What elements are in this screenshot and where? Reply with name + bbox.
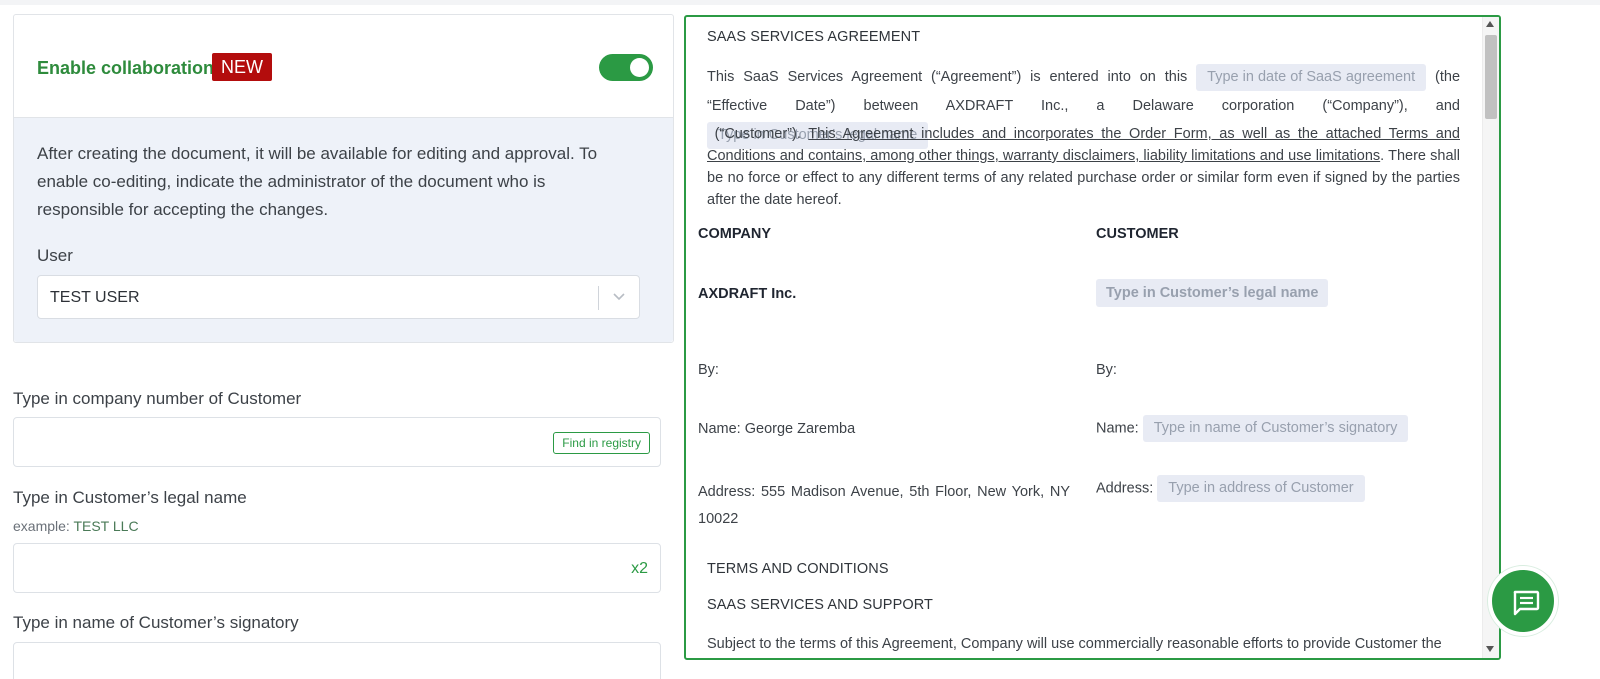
company-number-label: Type in company number of Customer — [13, 389, 302, 408]
address-placeholder[interactable]: Type in address of Customer — [1157, 475, 1365, 502]
questionnaire-panel: Enable collaboration NEW After creating … — [13, 14, 674, 679]
scroll-down-arrow-icon[interactable] — [1486, 646, 1494, 652]
company-by: By: — [698, 362, 719, 378]
intro-underlined: This Agreement includes and incorporates… — [707, 126, 1460, 164]
signatory-label: Type in name of Customer’s signatory — [13, 613, 299, 632]
company-number-input[interactable]: Find in registry — [13, 417, 661, 467]
example-prefix: example: — [13, 518, 74, 534]
customer-by: By: — [1096, 362, 1117, 378]
toggle-knob — [630, 58, 649, 77]
company-heading: COMPANY — [698, 226, 772, 242]
company-signatory-name: Name: George Zaremba — [698, 421, 856, 437]
collaboration-title: Enable collaboration — [37, 58, 215, 78]
intro-paragraph-cont: (“Customer”). This Agreement includes an… — [707, 123, 1460, 211]
intro-text-3: (“Customer”). — [714, 126, 801, 142]
collaboration-toggle[interactable] — [599, 54, 653, 81]
collaboration-header: Enable collaboration NEW — [14, 15, 673, 118]
collaboration-card: Enable collaboration NEW After creating … — [13, 14, 674, 343]
customer-name-field: Type in Customer’s legal name — [1096, 279, 1329, 307]
signatory-placeholder[interactable]: Type in name of Customer’s signatory — [1142, 415, 1409, 442]
customer-name-label: Name: — [1096, 420, 1139, 437]
document-title: SAAS SERVICES AGREEMENT — [707, 29, 921, 45]
example-value: TEST LLC — [73, 518, 139, 534]
user-select-value: TEST USER — [50, 289, 140, 306]
find-in-registry-button[interactable]: Find in registry — [553, 432, 650, 454]
document-content: SAAS SERVICES AGREEMENT This SaaS Servic… — [686, 17, 1481, 658]
customer-heading: CUSTOMER — [1096, 226, 1179, 242]
customer-signatory-line: Name: Type in name of Customer’s signato… — [1096, 415, 1409, 442]
chevron-down-icon[interactable] — [611, 288, 627, 304]
legal-name-example: example: TEST LLC — [13, 518, 139, 534]
user-label: User — [37, 246, 73, 265]
new-badge: NEW — [212, 53, 272, 81]
chat-bubble-icon — [1513, 590, 1540, 616]
signatory-input[interactable] — [13, 642, 661, 679]
legal-name-input[interactable]: x2 — [13, 543, 661, 593]
document-preview[interactable]: SAAS SERVICES AGREEMENT This SaaS Servic… — [684, 15, 1501, 660]
date-placeholder[interactable]: Type in date of SaaS agreement — [1196, 63, 1427, 91]
company-name: AXDRAFT Inc. — [698, 286, 797, 302]
scroll-thumb[interactable] — [1485, 35, 1497, 119]
collaboration-body: After creating the document, it will be … — [14, 118, 673, 342]
support-paragraph: Subject to the terms of this Agreement, … — [707, 636, 1442, 652]
legal-name-label: Type in Customer’s legal name — [13, 488, 247, 507]
intro-text-1: This SaaS Services Agreement (“Agreement… — [707, 69, 1188, 85]
chat-button[interactable] — [1488, 566, 1558, 636]
document-scrollbar[interactable] — [1482, 17, 1499, 658]
top-strip — [0, 0, 1600, 5]
user-select[interactable]: TEST USER — [37, 275, 640, 319]
collaboration-description: After creating the document, it will be … — [37, 144, 598, 219]
customer-address-label: Address: — [1096, 480, 1154, 497]
terms-heading: TERMS AND CONDITIONS — [707, 561, 889, 577]
customer-name-placeholder[interactable]: Type in Customer’s legal name — [1096, 279, 1329, 307]
customer-address-line: Address: Type in address of Customer — [1096, 475, 1365, 502]
support-heading: SAAS SERVICES AND SUPPORT — [707, 597, 933, 613]
select-separator — [598, 286, 599, 310]
usage-counter: x2 — [631, 560, 648, 577]
company-address: Address: 555 Madison Avenue, 5th Floor, … — [698, 484, 1070, 527]
scroll-up-arrow-icon[interactable] — [1486, 21, 1494, 27]
